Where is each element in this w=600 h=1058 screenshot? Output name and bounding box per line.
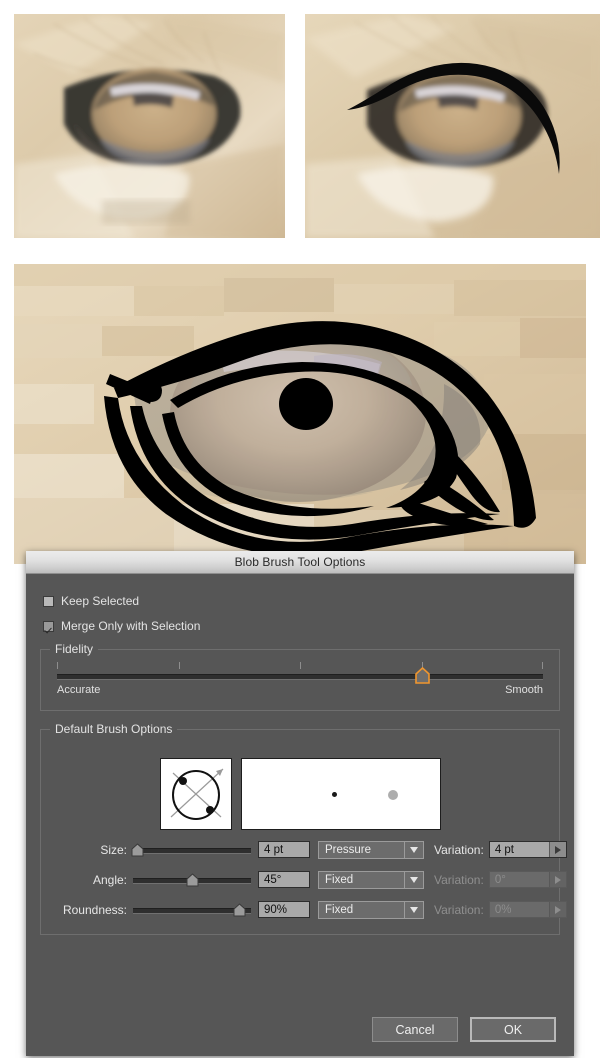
fidelity-max-label: Smooth xyxy=(505,684,543,696)
eye-photo-stroke-image xyxy=(305,14,600,238)
angle-variation-field: 0° xyxy=(488,871,567,888)
dialog-footer: Cancel OK xyxy=(26,1017,574,1042)
angle-mode-dropdown[interactable]: Fixed xyxy=(318,870,424,889)
merge-only-with-selection-row[interactable]: Merge Only with Selection xyxy=(43,617,560,635)
roundness-row: Roundness: 90% Fixed Variation: 0% xyxy=(51,899,567,920)
stepper-right-icon[interactable] xyxy=(548,842,566,857)
zoomed-eye-photo-with-vector-drawing xyxy=(14,264,586,564)
fidelity-ticks xyxy=(57,662,543,670)
size-slider[interactable] xyxy=(131,842,251,857)
roundness-variation-label: Variation: xyxy=(434,902,484,917)
cancel-button[interactable]: Cancel xyxy=(372,1017,458,1042)
fidelity-endpoints: Accurate Smooth xyxy=(57,684,543,696)
roundness-mode-dropdown[interactable]: Fixed xyxy=(318,900,424,919)
size-variation-label: Variation: xyxy=(434,842,484,857)
angle-slider[interactable] xyxy=(133,872,251,887)
eye-photo-image xyxy=(14,14,285,238)
eye-photo-with-single-stroke xyxy=(305,14,600,238)
size-slider-handle[interactable] xyxy=(131,842,144,857)
size-slider-track[interactable] xyxy=(133,847,251,854)
size-row: Size: 4 pt Pressure Variation: 4 pt xyxy=(51,839,567,860)
panel-gap-vertical xyxy=(285,0,305,250)
original-eye-photo xyxy=(14,14,285,238)
zoomed-eye-image xyxy=(14,264,586,564)
size-variation-value: 4 pt xyxy=(494,843,514,856)
dialog-body: Keep Selected Merge Only with Selection … xyxy=(26,592,574,935)
angle-slider-handle[interactable] xyxy=(186,872,199,887)
keep-selected-label: Keep Selected xyxy=(61,594,140,608)
merge-only-with-selection-label: Merge Only with Selection xyxy=(61,619,201,633)
stepper-right-icon xyxy=(548,872,566,887)
default-brush-options-group: Default Brush Options Size: 4 pt Pressur… xyxy=(40,722,567,935)
angle-label: Angle: xyxy=(92,872,127,887)
angle-variation-value: 0° xyxy=(494,873,506,886)
ok-button[interactable]: OK xyxy=(470,1017,556,1042)
brush-angle-roundness-widget[interactable] xyxy=(159,758,232,830)
fidelity-min-label: Accurate xyxy=(57,684,101,696)
angle-variation-label: Variation: xyxy=(434,872,484,887)
size-variation-field[interactable]: 4 pt xyxy=(488,841,567,858)
fidelity-legend: Fidelity xyxy=(50,642,99,656)
dialog-title: Blob Brush Tool Options xyxy=(234,555,366,569)
roundness-label: Roundness: xyxy=(62,902,127,917)
keep-selected-row[interactable]: Keep Selected xyxy=(43,592,560,610)
angle-row: Angle: 45° Fixed Variation: 0° xyxy=(51,869,567,890)
roundness-variation-value: 0% xyxy=(494,903,512,916)
chevron-down-icon[interactable] xyxy=(404,871,423,888)
chevron-down-icon[interactable] xyxy=(404,841,423,858)
size-label: Size: xyxy=(100,842,127,857)
fidelity-handle[interactable] xyxy=(414,667,430,684)
preview-dot-large xyxy=(387,790,398,800)
size-value-field[interactable]: 4 pt xyxy=(258,841,310,858)
blob-brush-tool-options-dialog: Blob Brush Tool Options Keep Selected Me… xyxy=(26,551,574,1056)
roundness-slider[interactable] xyxy=(133,902,251,917)
merge-only-with-selection-checkbox[interactable] xyxy=(43,620,54,632)
size-mode-dropdown[interactable]: Pressure xyxy=(318,840,424,859)
dialog-titlebar[interactable]: Blob Brush Tool Options xyxy=(26,551,574,574)
chevron-down-icon[interactable] xyxy=(404,901,423,918)
keep-selected-checkbox[interactable] xyxy=(43,595,54,607)
size-mode-value: Pressure xyxy=(325,843,372,856)
stepper-right-icon xyxy=(548,902,566,917)
fidelity-slider[interactable]: Accurate Smooth xyxy=(57,662,543,704)
angle-mode-value: Fixed xyxy=(325,873,354,886)
fidelity-group: Fidelity Accurate Smooth xyxy=(40,642,560,711)
preview-dot-small xyxy=(331,792,337,797)
roundness-value-field[interactable]: 90% xyxy=(258,901,310,918)
angle-value-field[interactable]: 45° xyxy=(258,871,310,888)
screenshot-root: Blob Brush Tool Options Keep Selected Me… xyxy=(0,0,600,1058)
brush-preview-row xyxy=(51,758,549,830)
default-brush-options-legend: Default Brush Options xyxy=(50,722,178,736)
fidelity-track[interactable] xyxy=(57,674,543,680)
roundness-slider-handle[interactable] xyxy=(233,902,246,917)
roundness-mode-value: Fixed xyxy=(325,903,354,916)
roundness-variation-field: 0% xyxy=(488,901,567,918)
brush-stroke-preview xyxy=(240,758,441,830)
panel-gap-horizontal xyxy=(0,238,600,264)
